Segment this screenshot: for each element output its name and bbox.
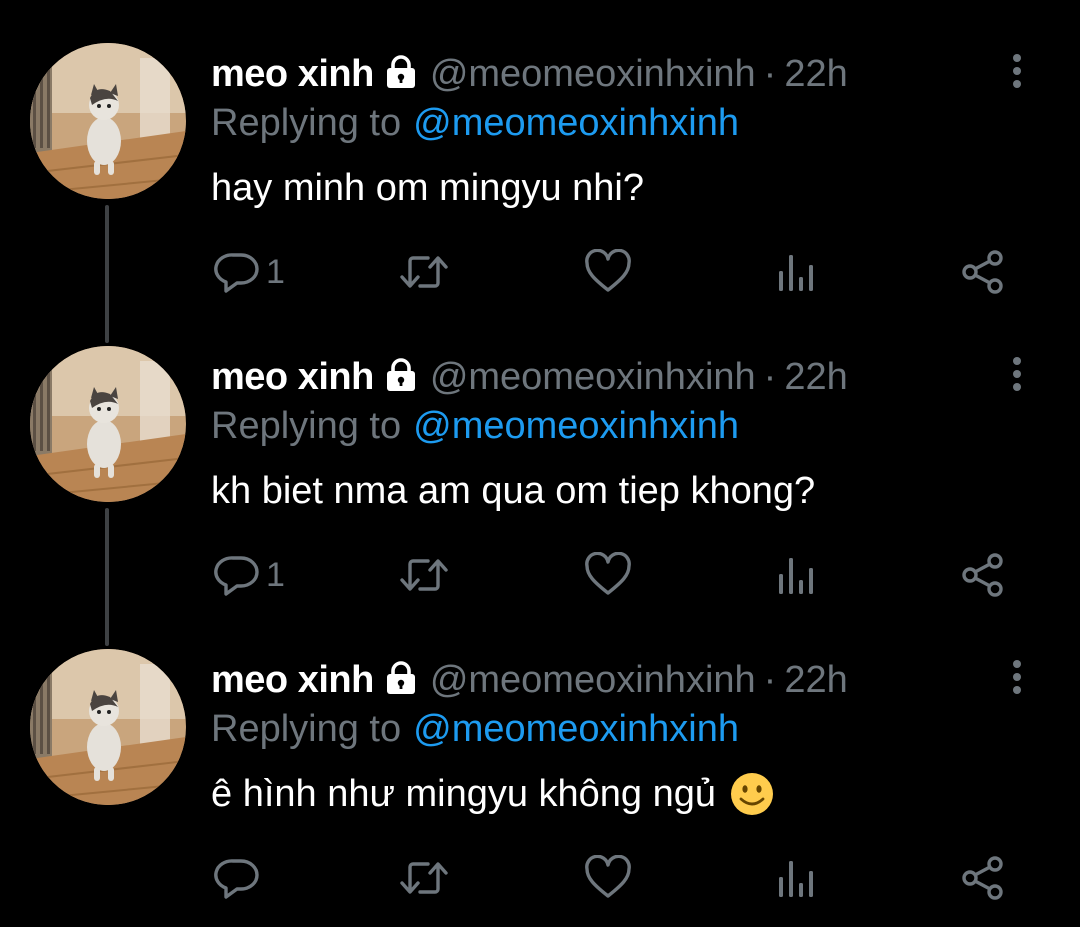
analytics-icon — [776, 552, 816, 598]
replying-mention-link[interactable]: @meomeoxinhxinh — [413, 102, 739, 145]
like-icon — [584, 855, 632, 901]
replying-mention-link[interactable]: @meomeoxinhxinh — [413, 708, 739, 751]
tweet-actions: 1 — [0, 549, 1080, 601]
retweet-button[interactable] — [396, 549, 452, 601]
tweet[interactable]: meo xinh @meomeoxinhxinh · 22h Replying — [0, 0, 1080, 300]
replying-label: Replying to — [211, 707, 402, 750]
reply-icon — [214, 855, 260, 901]
author-name[interactable]: meo xinh — [211, 356, 374, 399]
reply-button[interactable]: 1 — [214, 549, 285, 601]
author-handle[interactable]: @meomeoxinhxinh — [430, 356, 756, 399]
like-icon — [584, 552, 632, 598]
analytics-button[interactable] — [776, 549, 816, 601]
tweet-text: ê hình như mingyu không ngủ — [211, 769, 774, 819]
tweet-text: kh biet nma am qua om tiep khong? — [211, 466, 815, 516]
share-icon — [960, 855, 1006, 901]
tweet[interactable]: meo xinh @meomeoxinhxinh · 22h Replying — [0, 606, 1080, 906]
retweet-icon — [396, 855, 452, 901]
retweet-button[interactable] — [396, 852, 452, 904]
share-button[interactable] — [960, 852, 1006, 904]
lock-icon — [386, 55, 416, 89]
tweet-actions — [0, 852, 1080, 904]
avatar[interactable] — [30, 649, 186, 805]
timestamp[interactable]: 22h — [784, 53, 847, 96]
tweet-header: meo xinh @meomeoxinhxinh · 22h — [211, 353, 848, 401]
analytics-icon — [776, 249, 816, 295]
share-icon — [960, 249, 1006, 295]
more-options-icon[interactable] — [1002, 355, 1032, 395]
like-button[interactable] — [584, 852, 632, 904]
author-handle[interactable]: @meomeoxinhxinh — [430, 53, 756, 96]
replying-mention-link[interactable]: @meomeoxinhxinh — [413, 405, 739, 448]
reply-icon — [214, 249, 260, 295]
slightly-smiling-face-icon — [730, 772, 774, 816]
separator-dot: · — [763, 658, 777, 701]
avatar[interactable] — [30, 43, 186, 199]
replying-to: Replying to @meomeoxinhxinh — [211, 705, 739, 753]
more-options-icon[interactable] — [1002, 658, 1032, 698]
tweet-body: hay minh om mingyu nhi? — [211, 166, 644, 209]
reply-count: 1 — [266, 252, 285, 291]
tweet-body: ê hình như mingyu không ngủ — [211, 772, 717, 815]
separator-dot: · — [763, 355, 777, 398]
retweet-button[interactable] — [396, 246, 452, 298]
lock-icon — [386, 358, 416, 392]
author-name[interactable]: meo xinh — [211, 53, 374, 96]
separator-dot: · — [763, 52, 777, 95]
author-name[interactable]: meo xinh — [211, 659, 374, 702]
reply-button[interactable] — [214, 852, 266, 904]
reply-count: 1 — [266, 555, 285, 594]
timestamp[interactable]: 22h — [784, 356, 847, 399]
tweet-actions: 1 — [0, 246, 1080, 298]
reply-button[interactable]: 1 — [214, 246, 285, 298]
replying-label: Replying to — [211, 101, 402, 144]
tweet-header: meo xinh @meomeoxinhxinh · 22h — [211, 656, 848, 704]
timestamp[interactable]: 22h — [784, 659, 847, 702]
author-handle[interactable]: @meomeoxinhxinh — [430, 659, 756, 702]
replying-to: Replying to @meomeoxinhxinh — [211, 402, 739, 450]
reply-icon — [214, 552, 260, 598]
like-button[interactable] — [584, 246, 632, 298]
tweet-text: hay minh om mingyu nhi? — [211, 163, 644, 213]
analytics-button[interactable] — [776, 246, 816, 298]
like-button[interactable] — [584, 549, 632, 601]
more-options-icon[interactable] — [1002, 52, 1032, 92]
analytics-button[interactable] — [776, 852, 816, 904]
replying-label: Replying to — [211, 404, 402, 447]
lock-icon — [386, 661, 416, 695]
tweet-header: meo xinh @meomeoxinhxinh · 22h — [211, 50, 848, 98]
retweet-icon — [396, 552, 452, 598]
share-button[interactable] — [960, 549, 1006, 601]
tweet[interactable]: meo xinh @meomeoxinhxinh · 22h Replying — [0, 303, 1080, 603]
tweet-body: kh biet nma am qua om tiep khong? — [211, 469, 816, 512]
share-icon — [960, 552, 1006, 598]
thread-view: meo xinh @meomeoxinhxinh · 22h Replying — [0, 0, 1080, 927]
share-button[interactable] — [960, 246, 1006, 298]
replying-to: Replying to @meomeoxinhxinh — [211, 99, 739, 147]
retweet-icon — [396, 249, 452, 295]
avatar[interactable] — [30, 346, 186, 502]
analytics-icon — [776, 855, 816, 901]
like-icon — [584, 249, 632, 295]
